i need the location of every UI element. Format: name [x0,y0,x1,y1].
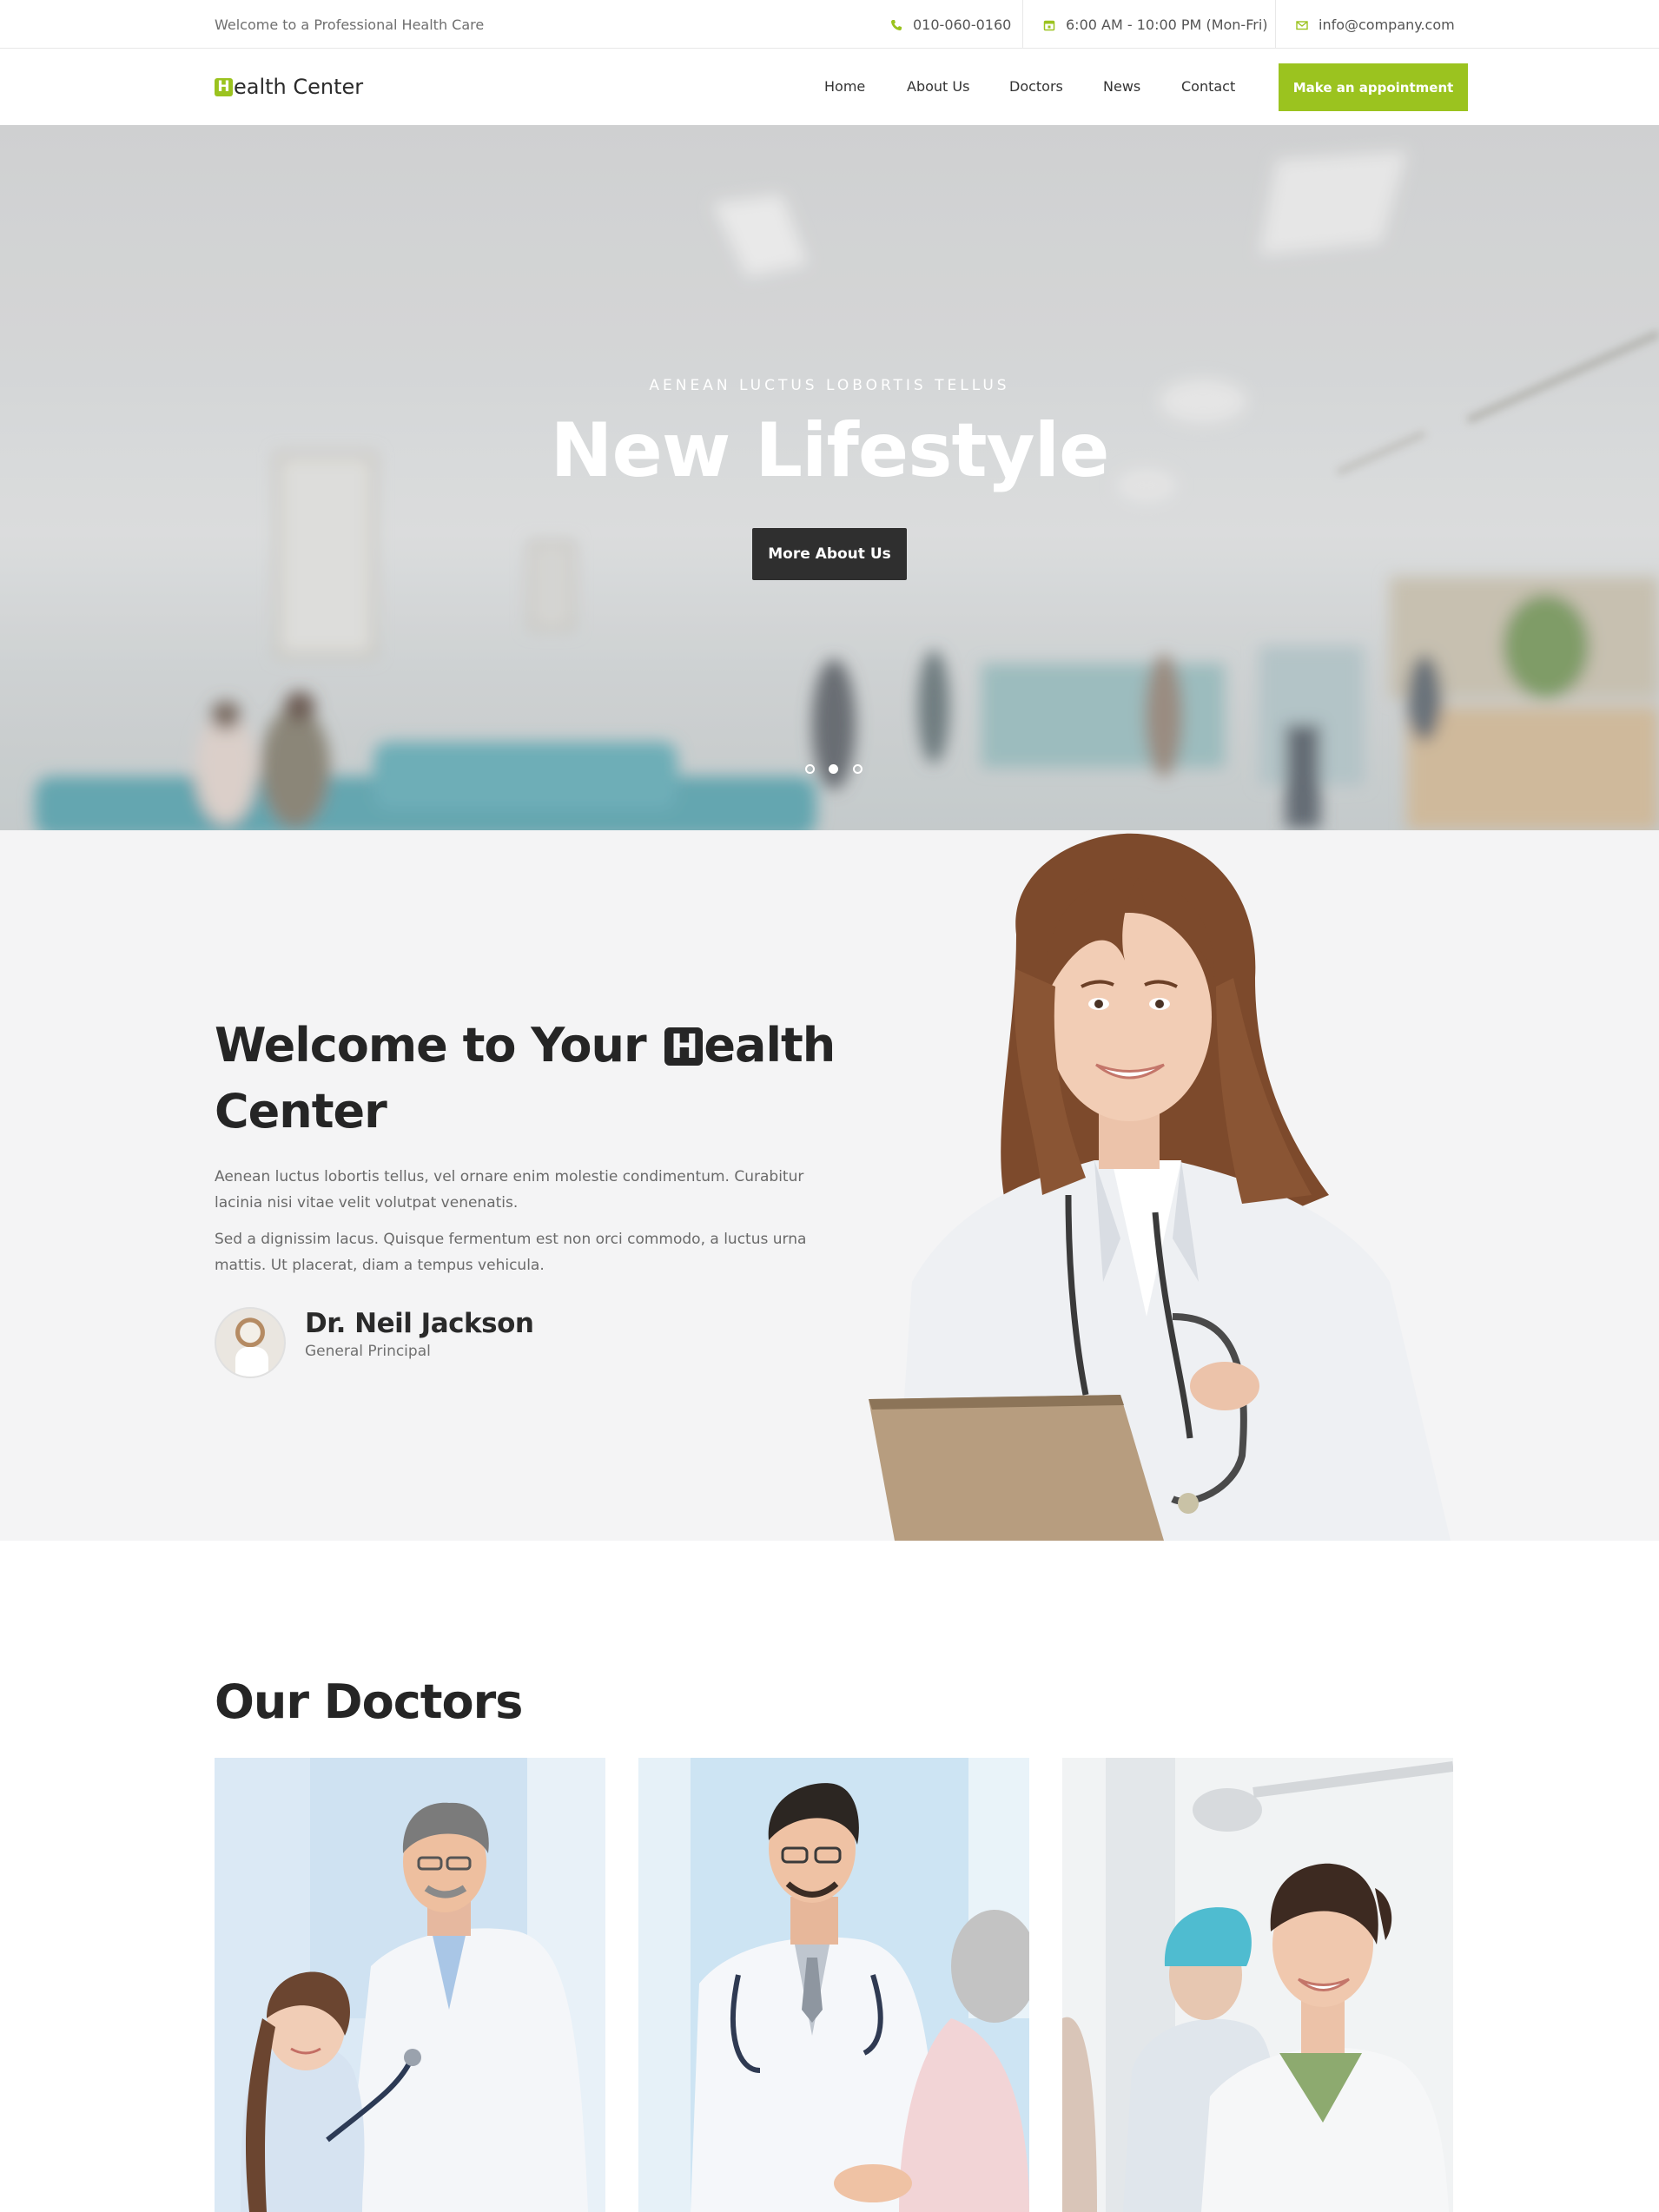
doctor-name: Dr. Neil Jackson [305,1308,534,1339]
our-doctors-heading: Our Doctors [215,1674,523,1729]
doctor-card-3[interactable] [1062,1758,1453,2212]
hours-info: 6:00 AM - 10:00 PM (Mon-Fri) [1043,0,1268,49]
top-bar: Welcome to a Professional Health Care 01… [0,0,1659,49]
welcome-paragraph-2: Sed a dignissim lacus. Quisque fermentum… [215,1231,807,1274]
site-logo[interactable]: H ealth Center [215,75,363,99]
hours-text: 6:00 AM - 10:00 PM (Mon-Fri) [1066,16,1268,33]
more-about-us-button[interactable]: More About Us [752,528,907,580]
hero-slider: AENEAN LUCTUS LOBORTIS TELLUS New Lifest… [0,125,1659,830]
welcome-heading-part1: Welcome to Your [215,1018,662,1073]
doctor-card-2[interactable] [638,1758,1029,2212]
nav-doctors[interactable]: Doctors [1009,78,1063,95]
hero-title: New Lifestyle [550,407,1110,494]
make-appointment-button[interactable]: Make an appointment [1279,63,1468,111]
slider-dot-2[interactable] [829,764,838,774]
welcome-paragraph-1: Aenean luctus lobortis tellus, vel ornar… [215,1168,804,1212]
logo-letter: H [215,77,233,96]
doctor-photo-1 [215,1758,605,2212]
phone-number: 010-060-0160 [913,16,1012,33]
female-doctor-image [869,833,1451,1541]
avatar [215,1307,286,1378]
phone-icon [890,18,902,30]
logo-text: ealth Center [234,75,364,99]
doctor-role: General Principal [305,1343,431,1360]
hero-kicker: AENEAN LUCTUS LOBORTIS TELLUS [649,377,1010,394]
divider [1022,0,1023,49]
doctor-photo-3 [1062,1758,1453,2212]
envelope-icon [1296,18,1308,30]
doctor-card-1[interactable] [215,1758,605,2212]
slider-dot-3[interactable] [853,764,863,774]
nav-about-us[interactable]: About Us [907,78,969,95]
heading-h-letter: H [664,1027,704,1066]
nav-contact[interactable]: Contact [1181,78,1235,95]
calendar-icon [1043,18,1055,31]
email-address: info@company.com [1319,16,1455,33]
email-contact[interactable]: info@company.com [1296,0,1455,49]
nav-home[interactable]: Home [824,78,865,95]
divider [1275,0,1276,49]
phone-contact[interactable]: 010-060-0160 [890,0,1011,49]
welcome-text: Welcome to a Professional Health Care [215,17,485,33]
slider-dot-1[interactable] [805,764,815,774]
welcome-heading: Welcome to Your Health Center [215,1013,840,1145]
nav-news[interactable]: News [1103,78,1140,95]
doctor-photo-2 [638,1758,1029,2212]
main-navigation: H ealth Center Home About Us Doctors New… [0,49,1659,125]
welcome-section: Welcome to Your Health Center Aenean luc… [0,830,1659,1541]
